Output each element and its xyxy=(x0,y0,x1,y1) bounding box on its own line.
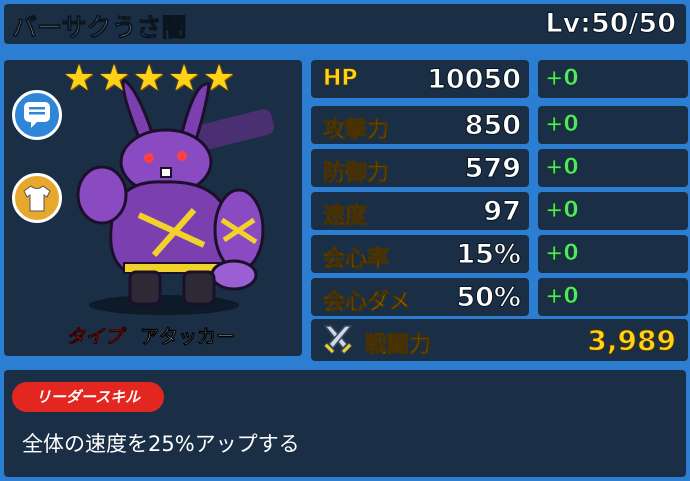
star-icon: ★ xyxy=(202,60,236,99)
profile-chat-button[interactable] xyxy=(12,90,62,140)
stat-box: 攻撃力 850 xyxy=(311,106,529,144)
equipment-button[interactable] xyxy=(12,173,62,223)
stat-value: 579 xyxy=(464,153,521,185)
stat-bonus: +0 xyxy=(545,155,580,181)
star-icon: ★ xyxy=(97,60,131,99)
bonus-box: +0 xyxy=(538,192,688,230)
battle-power-value: 3,989 xyxy=(587,324,677,358)
bonus-box: +0 xyxy=(538,106,688,144)
leader-skill-description: 全体の速度を25%アップする xyxy=(22,432,300,456)
stat-value: 97 xyxy=(483,196,522,228)
stat-value: 50% xyxy=(456,282,522,314)
star-icon: ★ xyxy=(132,60,166,99)
stat-bonus: +0 xyxy=(545,112,580,138)
stat-label: 攻撃力 xyxy=(323,118,390,144)
leader-skill-panel: リーダースキル 全体の速度を25%アップする xyxy=(4,370,686,477)
portrait-panel: ★ ★ ★ ★ ★ タイプ アタッカー xyxy=(4,60,302,356)
stat-bonus: +0 xyxy=(545,198,580,224)
stat-box: 防御力 579 xyxy=(311,149,529,187)
shirt-icon xyxy=(23,185,51,212)
stat-label: 会心ダメ xyxy=(323,290,411,316)
crossed-swords-icon xyxy=(323,325,353,355)
bonus-box: +0 xyxy=(538,149,688,187)
chat-bubble-icon xyxy=(24,102,50,128)
character-portrait xyxy=(76,77,275,315)
bonus-box: +0 xyxy=(538,278,688,316)
character-type: タイプ アタッカー xyxy=(66,322,236,349)
stat-bonus: +0 xyxy=(545,66,580,92)
stat-label: HP xyxy=(323,66,358,92)
stat-label: 速度 xyxy=(323,204,368,230)
bonus-box: +0 xyxy=(538,60,688,98)
bonus-box: +0 xyxy=(538,235,688,273)
stat-label: 防御力 xyxy=(323,161,390,187)
stat-bonus: +0 xyxy=(545,241,580,267)
star-icon: ★ xyxy=(62,60,96,99)
stat-box: 会心率 15% xyxy=(311,235,529,273)
rarity-stars: ★ ★ ★ ★ ★ xyxy=(62,60,236,99)
leader-skill-tag: リーダースキル xyxy=(12,382,164,412)
character-name: バーサクうさ闇 xyxy=(12,13,188,43)
stat-label: 会心率 xyxy=(323,247,390,273)
battle-power-row: 戦闘力 3,989 xyxy=(311,319,688,361)
stat-bonus: +0 xyxy=(545,284,580,310)
character-level: Lv:50/50 xyxy=(545,8,677,40)
type-value: アタッカー xyxy=(140,326,236,349)
stat-value: 15% xyxy=(456,239,522,271)
star-icon: ★ xyxy=(167,60,201,99)
stat-value: 850 xyxy=(464,110,521,142)
stat-value: 10050 xyxy=(427,64,522,96)
type-label: タイプ xyxy=(66,326,124,349)
title-bar: バーサクうさ闇 Lv:50/50 xyxy=(4,4,686,44)
battle-power-label: 戦闘力 xyxy=(365,333,432,359)
stat-box: 速度 97 xyxy=(311,192,529,230)
stat-box: 会心ダメ 50% xyxy=(311,278,529,316)
stat-box: HP 10050 xyxy=(311,60,529,98)
